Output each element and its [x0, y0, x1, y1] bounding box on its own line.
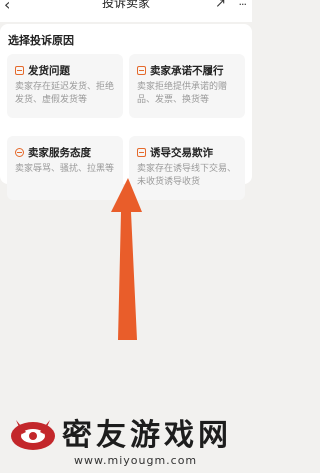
watermark-url: www.miyougm.com: [74, 454, 198, 467]
annotation-arrow: [111, 178, 142, 340]
watermark: 密友游戏网 www.miyougm.com: [0, 404, 252, 473]
watermark-logo: [11, 420, 55, 450]
watermark-name: 密友游戏网: [62, 418, 232, 453]
